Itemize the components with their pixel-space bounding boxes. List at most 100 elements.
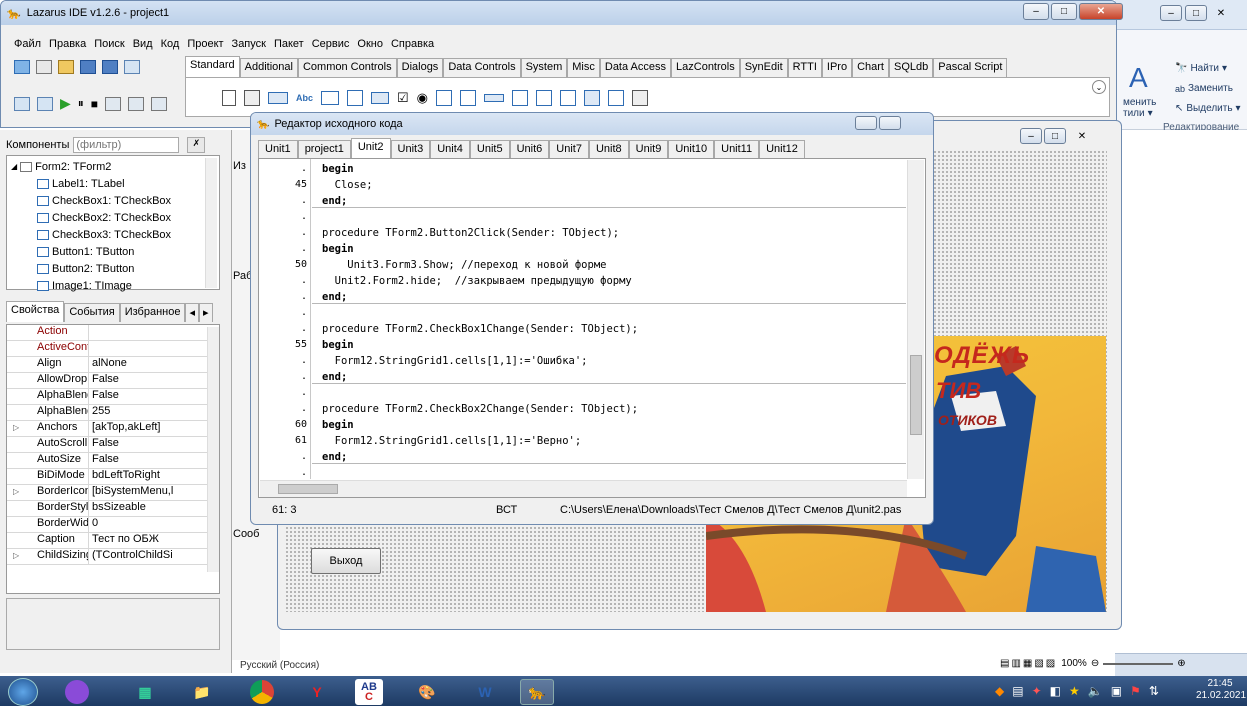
tray-icon[interactable]: ◧ xyxy=(1050,684,1061,698)
code-line[interactable]: Close; xyxy=(322,179,373,191)
property-scrollbar[interactable] xyxy=(207,327,219,572)
zoom-in-button[interactable]: ⊕ xyxy=(1177,658,1185,669)
property-row[interactable]: Caption Тест по ОБЖ xyxy=(7,533,207,549)
view-units-icon[interactable] xyxy=(14,96,30,111)
expand-icon[interactable]: ▷ xyxy=(13,423,19,432)
property-row[interactable]: AlphaBlendValu255 xyxy=(7,405,207,421)
new-unit-icon[interactable] xyxy=(14,60,30,74)
menu-edit[interactable]: Правка xyxy=(49,38,86,56)
tree-node[interactable]: Button1: TButton xyxy=(37,243,134,260)
tabs-scroll-left[interactable]: ◂ xyxy=(185,303,200,322)
save-all-icon[interactable] xyxy=(102,60,118,74)
tab-synedit[interactable]: SynEdit xyxy=(739,58,788,77)
step-into-icon[interactable] xyxy=(105,96,122,111)
replace-button[interactable]: ab Заменить xyxy=(1175,83,1233,94)
property-row[interactable]: AllowDropFilesFalse xyxy=(7,373,207,389)
code-line[interactable]: Form12.StringGrid1.cells[1,1]:='Верно'; xyxy=(322,435,582,447)
checkgroup-icon[interactable] xyxy=(560,90,577,106)
change-styles-label-2[interactable]: тили ▾ xyxy=(1123,108,1153,119)
menu-project[interactable]: Проект xyxy=(187,38,223,56)
tab-system[interactable]: System xyxy=(520,58,568,77)
network-icon[interactable]: ⇅ xyxy=(1149,684,1159,698)
tray-icon[interactable]: ◆ xyxy=(995,684,1004,698)
scrollbar-thumb[interactable] xyxy=(278,484,338,494)
property-row[interactable]: Action xyxy=(7,325,207,341)
form-maximize-button[interactable]: □ xyxy=(1044,128,1066,144)
property-row[interactable]: ChildSizing (TControlChildSi xyxy=(7,549,207,565)
expand-icon[interactable]: ▷ xyxy=(13,487,19,496)
lazarus-taskbar-icon[interactable]: 🐆 xyxy=(520,679,554,705)
find-button[interactable]: 🔭 Найти ▾ xyxy=(1175,63,1227,74)
code-line[interactable]: begin xyxy=(322,339,354,351)
menu-search[interactable]: Поиск xyxy=(94,38,124,56)
code-line[interactable]: begin xyxy=(322,163,354,175)
word-maximize-button[interactable]: □ xyxy=(1185,5,1207,21)
groupbox-icon[interactable] xyxy=(512,90,529,106)
tab-properties[interactable]: Свойства xyxy=(6,301,65,322)
expand-icon[interactable]: ▷ xyxy=(13,551,19,560)
menu-package[interactable]: Пакет xyxy=(274,38,304,56)
popupmenu-icon[interactable] xyxy=(244,90,260,106)
tree-node[interactable]: Image1: TImage xyxy=(37,277,132,294)
panel-icon[interactable] xyxy=(584,90,601,106)
word-close-button[interactable]: ✕ xyxy=(1210,5,1232,21)
volume-icon[interactable]: 🔈 xyxy=(1088,684,1103,698)
explorer-icon[interactable]: 📁 xyxy=(185,679,219,705)
property-row[interactable]: BorderWidth0 xyxy=(7,517,207,533)
paint-icon[interactable]: 🎨 xyxy=(410,679,444,705)
tab-unit8[interactable]: Unit8 xyxy=(588,140,629,158)
tree-node[interactable]: Label1: TLabel xyxy=(37,175,125,192)
tab-dialogs[interactable]: Dialogs xyxy=(396,58,444,77)
menu-help[interactable]: Справка xyxy=(391,38,434,56)
tray-icon[interactable]: ✦ xyxy=(1032,684,1042,698)
menu-file[interactable]: Файл xyxy=(14,38,41,56)
tab-standard[interactable]: Standard xyxy=(185,56,240,77)
tray-icon[interactable]: ⚑ xyxy=(1130,684,1141,698)
tab-common-controls[interactable]: Common Controls xyxy=(297,58,397,77)
form-close-button[interactable]: ✕ xyxy=(1068,128,1096,144)
components-filter-input[interactable] xyxy=(73,137,180,153)
tab-unit3[interactable]: Unit3 xyxy=(390,140,431,158)
stop-icon[interactable]: ■ xyxy=(91,97,98,111)
alice-icon[interactable] xyxy=(60,679,94,705)
editor-vertical-scrollbar[interactable] xyxy=(907,160,924,479)
editor-horizontal-scrollbar[interactable] xyxy=(260,480,907,497)
tab-unit10[interactable]: Unit10 xyxy=(668,140,715,158)
tab-misc[interactable]: Misc xyxy=(567,58,600,77)
code-line[interactable]: procedure TForm2.Button2Click(Sender: TO… xyxy=(322,227,619,239)
menu-tools[interactable]: Сервис xyxy=(312,38,350,56)
scrollbar-thumb[interactable] xyxy=(910,355,922,435)
yandex-icon[interactable]: Y xyxy=(300,679,334,705)
tray-icon[interactable]: ★ xyxy=(1069,684,1080,698)
tab-unit11[interactable]: Unit11 xyxy=(714,140,760,158)
menu-code[interactable]: Код xyxy=(161,38,180,56)
palette-scroll-icon[interactable]: ⌄ xyxy=(1092,80,1106,94)
editor-minimize-button[interactable] xyxy=(855,116,877,130)
code-line[interactable]: Unit2.Form2.hide; //закрываем предыдущую… xyxy=(322,275,632,287)
tab-data-access[interactable]: Data Access xyxy=(599,58,672,77)
tree-node[interactable]: Button2: TButton xyxy=(37,260,134,277)
select-button[interactable]: ↖ Выделить ▾ xyxy=(1175,103,1241,114)
tree-node[interactable]: CheckBox2: TCheckBox xyxy=(37,209,171,226)
property-row[interactable]: AlphaBlend False xyxy=(7,389,207,405)
tab-unit5[interactable]: Unit5 xyxy=(469,140,510,158)
menu-window[interactable]: Окно xyxy=(357,38,383,56)
code-line[interactable]: procedure TForm2.CheckBox2Change(Sender:… xyxy=(322,403,638,415)
button-icon[interactable] xyxy=(268,92,288,104)
edit-icon[interactable] xyxy=(321,91,340,105)
tab-data-controls[interactable]: Data Controls xyxy=(443,58,521,77)
tab-favorites[interactable]: Избранное xyxy=(119,303,186,322)
property-row[interactable]: AutoSize False xyxy=(7,453,207,469)
zoom-slider[interactable] xyxy=(1103,662,1174,665)
open-icon[interactable] xyxy=(58,60,74,74)
code-line[interactable]: end; xyxy=(322,291,347,303)
code-line[interactable]: procedure TForm2.CheckBox1Change(Sender:… xyxy=(322,323,638,335)
scrollbar-icon[interactable] xyxy=(484,94,505,102)
tab-unit12[interactable]: Unit12 xyxy=(759,140,805,158)
listbox-icon[interactable] xyxy=(436,90,453,106)
minimize-button[interactable]: – xyxy=(1023,3,1049,20)
property-row[interactable]: ActiveControl xyxy=(7,341,207,357)
tab-unit9[interactable]: Unit9 xyxy=(628,140,669,158)
editor-maximize-button[interactable] xyxy=(879,116,901,130)
radiobutton-icon[interactable]: ◉ xyxy=(417,90,428,106)
